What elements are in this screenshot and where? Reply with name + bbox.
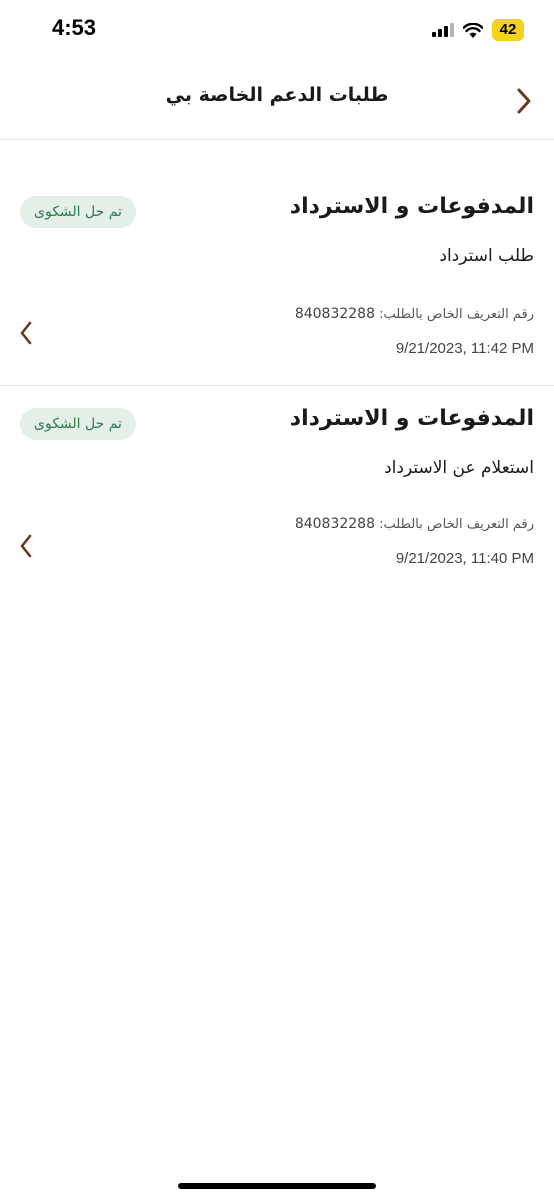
status-icons: 42 (432, 19, 524, 41)
navigation-bar: طلبات الدعم الخاصة بي (0, 62, 554, 140)
request-datetime: 9/21/2023, 11:40 PM (395, 550, 534, 567)
request-id-label: رقم التعريف الخاص بالطلب: (379, 517, 534, 532)
request-id-value: 840832288 (294, 516, 375, 532)
request-id-label: رقم التعريف الخاص بالطلب: (379, 307, 534, 322)
request-category: المدفوعات و الاسترداد (289, 194, 534, 219)
status-badge: تم حل الشكوى (20, 408, 136, 440)
request-subject: استعلام عن الاسترداد (384, 458, 534, 478)
page-title: طلبات الدعم الخاصة بي (165, 84, 389, 106)
chevron-left-icon[interactable] (18, 320, 34, 346)
request-datetime: 9/21/2023, 11:42 PM (395, 340, 534, 357)
status-bar: 4:53 42 (0, 0, 554, 62)
status-badge: تم حل الشكوى (20, 196, 136, 228)
support-request-card[interactable]: المدفوعات و الاسترداد تم حل الشكوى استعل… (0, 386, 554, 596)
status-time: 4:53 (52, 15, 97, 40)
request-id: رقم التعريف الخاص بالطلب: 840832288 (295, 306, 534, 322)
chevron-left-icon[interactable] (18, 533, 34, 559)
battery-indicator: 42 (492, 19, 524, 41)
support-request-card[interactable]: المدفوعات و الاسترداد تم حل الشكوى طلب ا… (0, 140, 554, 386)
request-id: رقم التعريف الخاص بالطلب: 840832288 (295, 516, 534, 532)
request-id-value: 840832288 (294, 306, 375, 322)
request-category: المدفوعات و الاسترداد (289, 406, 534, 431)
back-chevron-icon[interactable] (514, 86, 534, 116)
home-indicator[interactable] (178, 1183, 376, 1189)
request-subject: طلب استرداد (439, 246, 534, 266)
wifi-icon (463, 22, 483, 38)
cellular-signal-icon (432, 23, 454, 37)
